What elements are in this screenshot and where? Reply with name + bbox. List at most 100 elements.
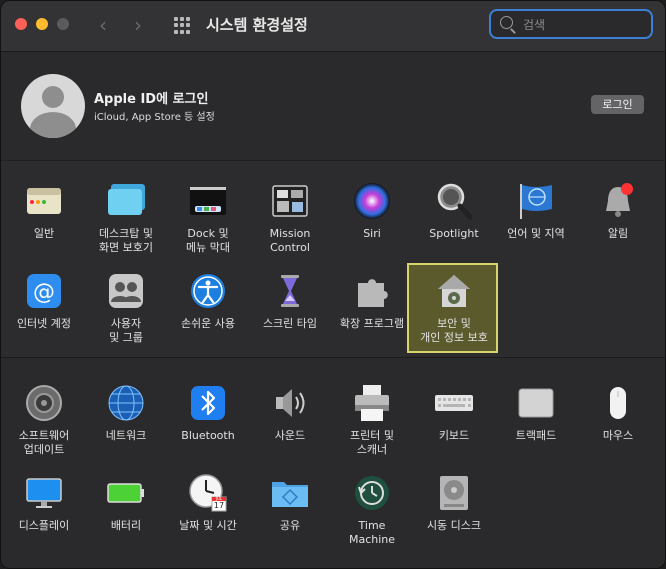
clock-calendar-icon: JUL 17 [188,473,228,513]
pref-label: 디스플레이 [18,519,70,532]
login-button[interactable]: 로그인 [591,95,644,114]
printer-icon [352,383,392,423]
pref-dock-menubar[interactable]: Dock 및 메뉴 막대 [167,181,249,255]
show-all-grid-icon[interactable] [174,17,191,34]
svg-text:@: @ [33,280,55,305]
language-region-flag-icon [516,181,556,221]
accessibility-icon [188,271,228,311]
back-arrow-icon[interactable]: ‹ [99,13,107,37]
pref-label: 일반 [33,227,55,240]
apple-id-title[interactable]: Apple ID에 로그인 [94,88,208,107]
pref-battery[interactable]: 배터리 [85,473,167,533]
pref-label: 트랙패드 [515,429,557,442]
pref-label: 키보드 [438,429,470,442]
forward-arrow-icon[interactable]: › [134,13,142,37]
avatar[interactable] [21,74,85,138]
pref-siri[interactable]: Siri [331,181,413,241]
title-bar: ‹ › 시스템 환경설정 [1,1,665,52]
pref-label: Spotlight [429,227,479,240]
extensions-puzzle-icon [352,271,392,311]
pref-mouse[interactable]: 마우스 [577,383,659,443]
pref-label: 시동 디스크 [426,519,482,532]
pref-label: 데스크탑 및 화면 보호기 [98,227,154,254]
pref-trackpad[interactable]: 트랙패드 [495,383,577,443]
pref-label: 보안 및 개인 정보 보호 [420,317,488,344]
calendar-day-text: 17 [213,501,225,510]
mission-control-icon [270,181,310,221]
desktop-screensaver-icon [106,181,146,221]
pref-label: 사운드 [274,429,306,442]
pref-software-update[interactable]: 소프트웨어 업데이트 [3,383,85,457]
pref-language-region[interactable]: 언어 및 지역 [495,181,577,241]
pref-general[interactable]: 일반 [3,181,85,241]
internet-accounts-at-icon: @ [24,271,64,311]
dock-menubar-icon [188,181,228,221]
network-globe-icon [106,383,146,423]
pref-label: 언어 및 지역 [507,227,565,240]
pref-startup-disk[interactable]: 시동 디스크 [413,473,495,533]
pref-accessibility[interactable]: 손쉬운 사용 [167,271,249,331]
users-groups-icon [106,271,146,311]
pref-displays[interactable]: 디스플레이 [3,473,85,533]
notification-bell-icon [598,181,638,221]
pref-label: 마우스 [602,429,634,442]
pref-label: 네트워크 [105,429,147,442]
search-icon [500,16,513,29]
pref-sound[interactable]: 사운드 [249,383,331,443]
pref-label: 날짜 및 시간 [179,519,237,532]
security-privacy-house-icon [434,271,474,311]
sound-speaker-icon [270,383,310,423]
pref-label: 알림 [607,227,629,240]
pref-label: Time Machine [348,519,396,546]
startup-disk-icon [434,473,474,513]
bluetooth-icon [188,383,228,423]
pref-label: 사용자 및 그룹 [109,317,143,344]
close-button[interactable] [15,18,27,30]
search-input[interactable] [521,14,645,36]
pref-desktop-screensaver[interactable]: 데스크탑 및 화면 보호기 [85,181,167,255]
system-preferences-window: ‹ › 시스템 환경설정 Apple ID에 로그인 iCloud, App S… [0,0,666,569]
battery-icon [106,473,146,513]
spotlight-icon [434,181,474,221]
pref-label: Dock 및 메뉴 막대 [186,227,230,254]
software-update-gear-icon [24,383,64,423]
pref-security-privacy[interactable]: 보안 및 개인 정보 보호 [413,271,495,345]
pref-users-groups[interactable]: 사용자 및 그룹 [85,271,167,345]
screen-time-hourglass-icon [270,271,310,311]
pref-spotlight[interactable]: Spotlight [413,181,495,241]
window-title: 시스템 환경설정 [206,16,308,34]
keyboard-icon [434,383,474,423]
pref-date-time[interactable]: JUL 17 날짜 및 시간 [167,473,249,533]
general-icon [24,181,64,221]
pref-sharing[interactable]: 공유 [249,473,331,533]
time-machine-icon [352,473,392,513]
minimize-button[interactable] [36,18,48,30]
pref-mission-control[interactable]: Mission Control [249,181,331,255]
account-section: Apple ID에 로그인 iCloud, App Store 등 설정 로그인 [1,52,665,161]
display-monitor-icon [24,473,64,513]
pref-label: 소프트웨어 업데이트 [18,429,70,456]
pref-label: 공유 [279,519,301,532]
pref-keyboard[interactable]: 키보드 [413,383,495,443]
pref-notifications[interactable]: 알림 [577,181,659,241]
siri-icon [352,181,392,221]
pref-label: 손쉬운 사용 [180,317,236,330]
pref-extensions[interactable]: 확장 프로그램 [331,271,413,331]
pref-label: Mission Control [269,227,311,254]
pref-bluetooth[interactable]: Bluetooth [167,383,249,443]
pref-internet-accounts[interactable]: @ 인터넷 계정 [3,271,85,331]
pref-label: Siri [363,227,381,240]
pref-label: 배터리 [110,519,142,532]
apple-id-subtitle: iCloud, App Store 등 설정 [94,112,215,123]
pref-network[interactable]: 네트워크 [85,383,167,443]
sharing-folder-icon [270,473,310,513]
pref-printers-scanners[interactable]: 프린터 및 스캐너 [331,383,413,457]
zoom-button[interactable] [57,18,69,30]
pref-label: 스크린 타임 [262,317,318,330]
pref-label: 확장 프로그램 [339,317,405,330]
pref-screen-time[interactable]: 스크린 타임 [249,271,331,331]
pref-time-machine[interactable]: Time Machine [331,473,413,547]
search-field[interactable] [489,9,653,39]
pref-label: Bluetooth [181,429,235,442]
trackpad-icon [516,383,556,423]
